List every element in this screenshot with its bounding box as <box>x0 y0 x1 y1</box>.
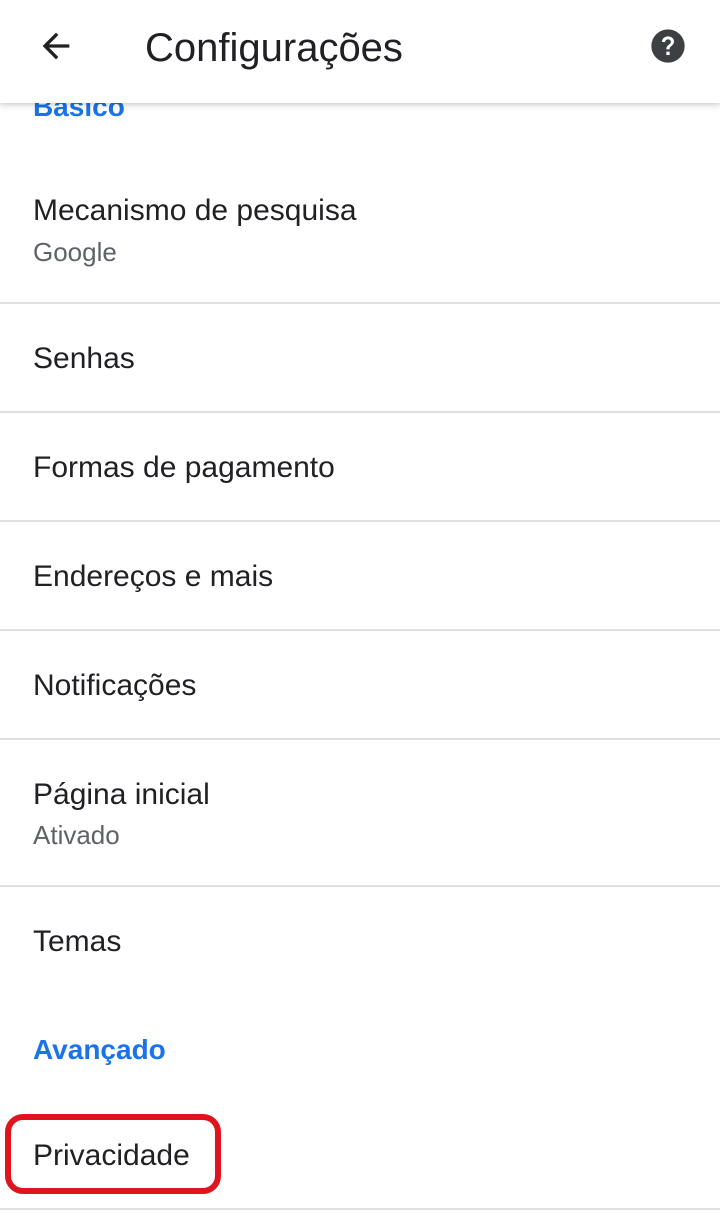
setting-label: Página inicial <box>33 778 210 811</box>
setting-privacy[interactable]: Privacidade <box>0 1100 720 1208</box>
setting-addresses[interactable]: Endereços e mais <box>0 522 720 629</box>
setting-label: Senhas <box>33 342 135 375</box>
settings-page: Básico Mecanismo de pesquisa Google Senh… <box>0 0 720 1223</box>
arrow-back-icon <box>36 26 76 71</box>
setting-label: Mecanismo de pesquisa <box>33 194 357 227</box>
setting-themes[interactable]: Temas <box>0 887 720 997</box>
setting-label: Formas de pagamento <box>33 451 335 484</box>
setting-search-engine[interactable]: Mecanismo de pesquisa Google <box>0 150 720 302</box>
help-button[interactable] <box>636 20 700 76</box>
setting-notifications[interactable]: Notificações <box>0 631 720 738</box>
help-icon <box>648 26 688 71</box>
setting-label: Endereços e mais <box>33 560 274 593</box>
setting-label: Temas <box>33 925 122 958</box>
setting-summary: Google <box>33 237 117 267</box>
setting-homepage[interactable]: Página inicial Ativado <box>0 740 720 885</box>
divider <box>0 1208 720 1210</box>
settings-list[interactable]: Básico Mecanismo de pesquisa Google Senh… <box>0 0 720 1223</box>
setting-label: Privacidade <box>33 1139 190 1172</box>
setting-summary: Ativado <box>33 820 120 850</box>
page-title: Configurações <box>145 26 403 70</box>
section-header-advanced: Avançado <box>33 1034 166 1065</box>
top-app-bar: Configurações <box>0 0 720 103</box>
setting-passwords[interactable]: Senhas <box>0 304 720 411</box>
setting-label: Notificações <box>33 669 197 702</box>
setting-payment-methods[interactable]: Formas de pagamento <box>0 413 720 520</box>
back-button[interactable] <box>20 18 92 78</box>
